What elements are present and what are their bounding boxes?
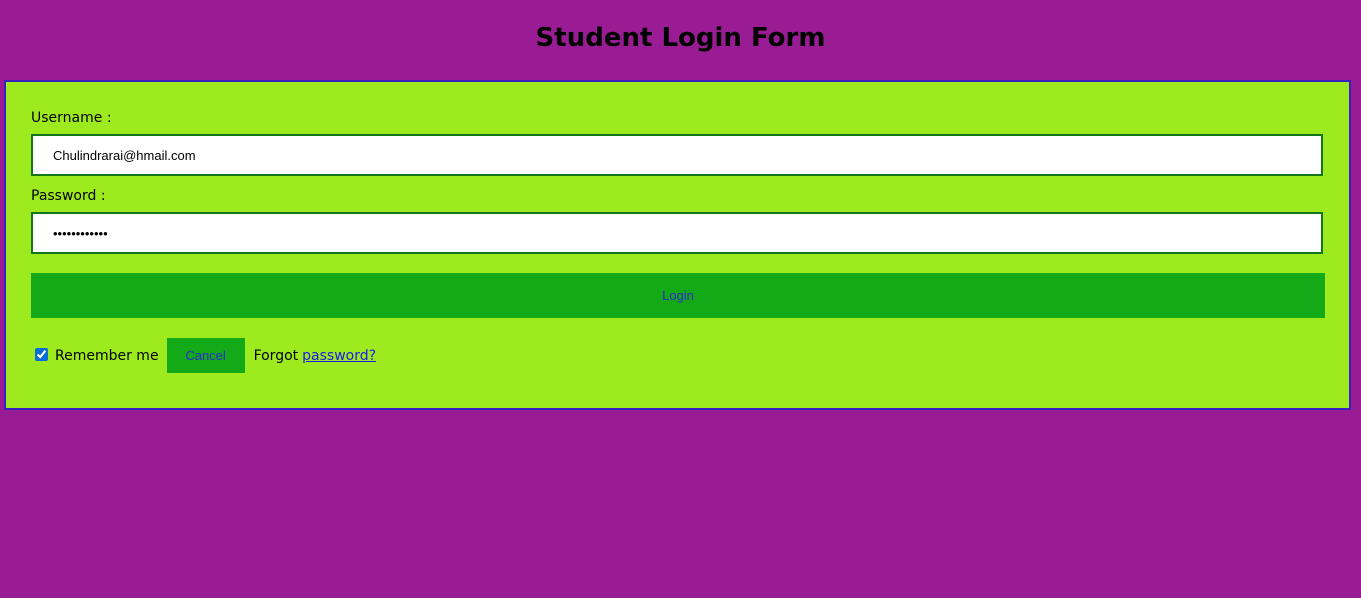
username-input[interactable]: [31, 134, 1323, 176]
form-actions-row: Remember me Cancel Forgot password?: [34, 338, 376, 373]
password-input[interactable]: [31, 212, 1323, 254]
remember-me-checkbox[interactable]: [35, 348, 48, 361]
forgot-password-link[interactable]: password?: [302, 348, 376, 364]
page-title: Student Login Form: [535, 23, 826, 53]
forgot-text: Forgot: [253, 347, 299, 364]
remember-me-label: Remember me: [55, 347, 159, 364]
login-form: Username : Password : Login Remember me …: [4, 80, 1351, 410]
username-label: Username :: [31, 110, 112, 126]
login-button[interactable]: Login: [31, 273, 1325, 318]
password-label: Password :: [31, 188, 106, 204]
cancel-button[interactable]: Cancel: [166, 338, 245, 373]
